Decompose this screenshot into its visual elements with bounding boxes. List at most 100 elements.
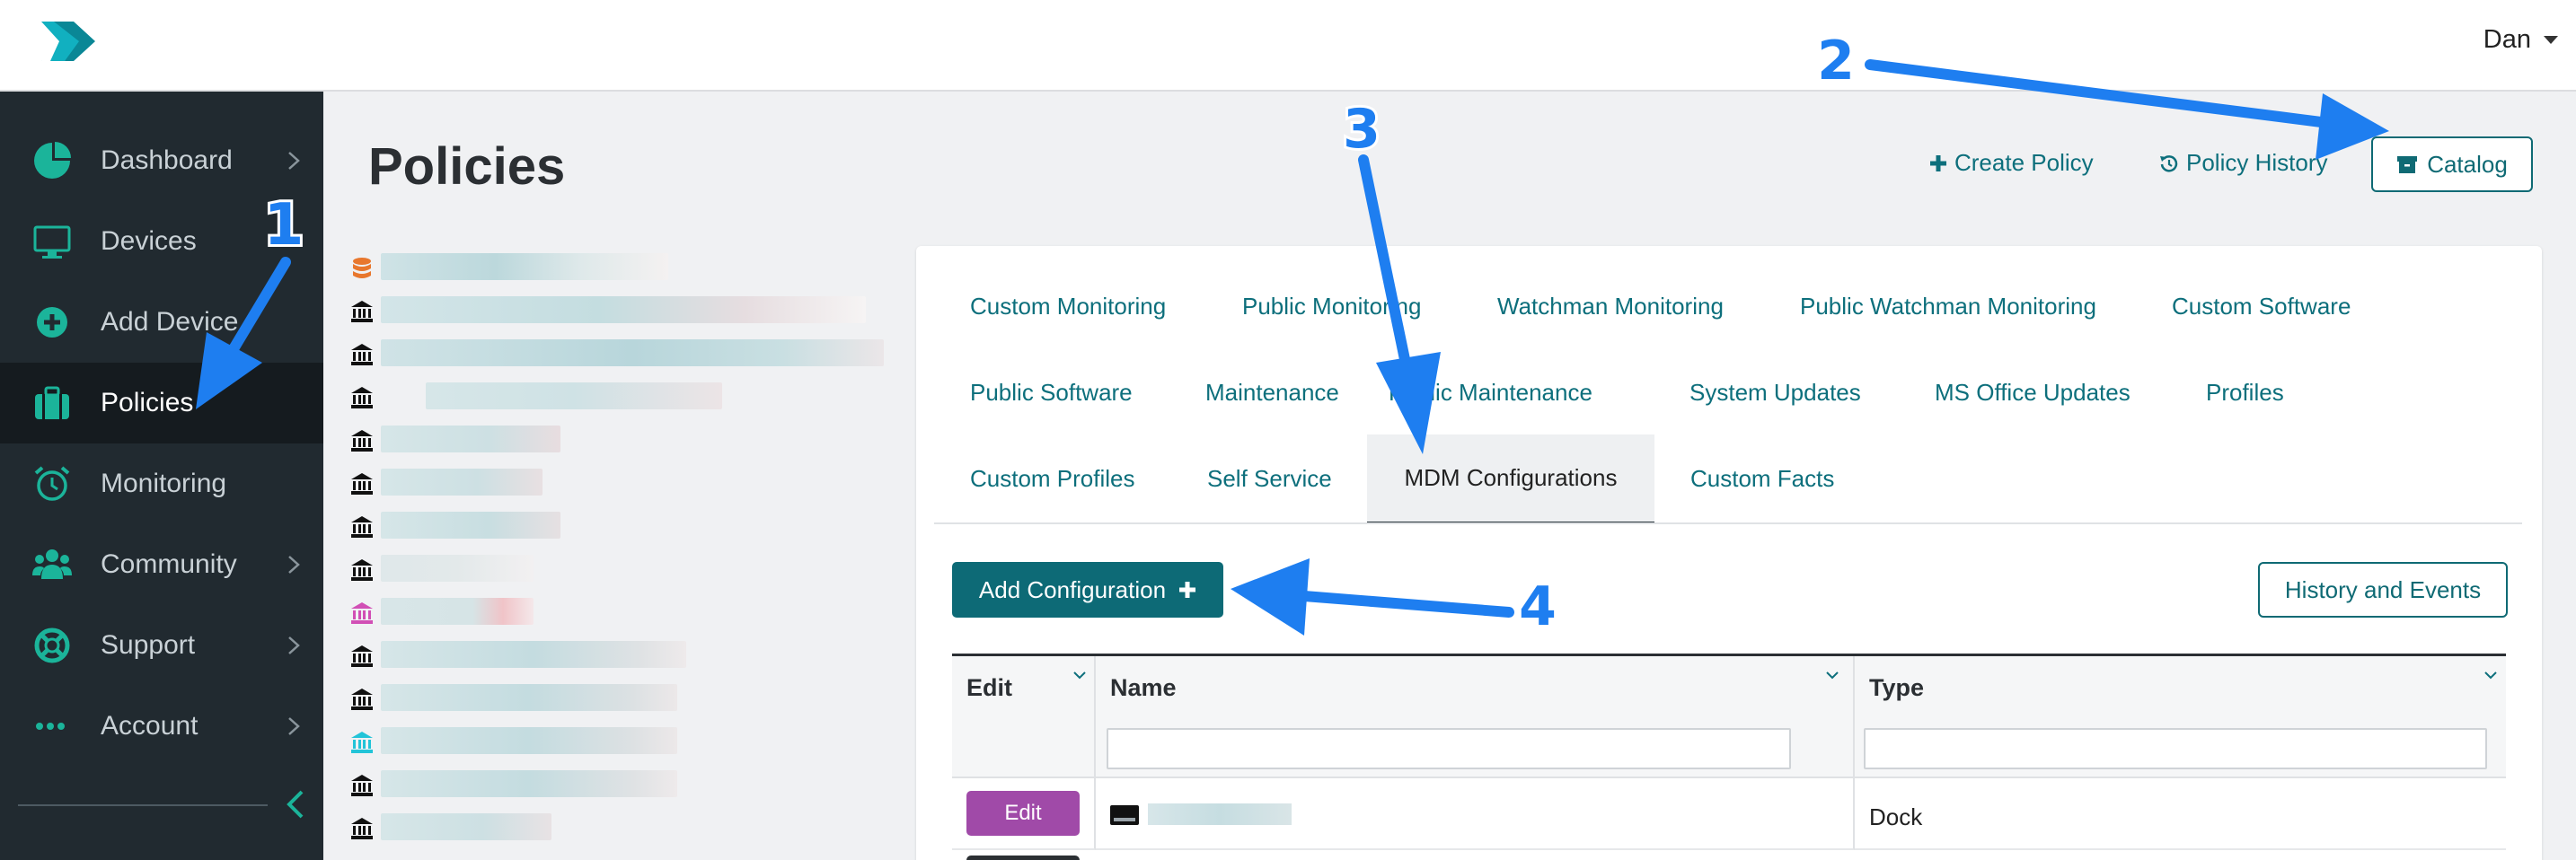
list-item[interactable] (345, 594, 884, 630)
list-item[interactable] (345, 379, 884, 415)
bank-icon (351, 344, 373, 365)
bank-icon (351, 689, 373, 710)
history-events-label: History and Events (2284, 575, 2482, 603)
catalog-label: Catalog (2427, 150, 2508, 178)
list-item[interactable] (345, 508, 884, 544)
policy-list (345, 250, 884, 860)
list-item[interactable] (345, 724, 884, 759)
sidebar-item-account[interactable]: Account (0, 686, 323, 767)
sidebar-item-label: Support (101, 630, 196, 660)
tab-public-software[interactable]: Public Software (970, 379, 1133, 407)
bank-icon (351, 430, 373, 452)
plus-icon (1179, 582, 1196, 598)
tab-system-updates[interactable]: System Updates (1689, 379, 1861, 407)
list-item[interactable] (345, 336, 884, 372)
plus-icon (1930, 154, 1946, 171)
tab-custom-monitoring[interactable]: Custom Monitoring (970, 293, 1166, 320)
dock-icon (1110, 805, 1139, 825)
bank-icon (351, 818, 373, 839)
list-item[interactable] (345, 465, 884, 501)
sidebar-item-label: Policies (101, 388, 194, 417)
tab-public-maintenance[interactable]: Public Maintenance (1389, 379, 1592, 407)
type-filter-input[interactable] (1864, 728, 2487, 769)
column-header-edit[interactable]: Edit (952, 656, 1096, 778)
name-filter-input[interactable] (1107, 728, 1791, 769)
bank-icon (351, 602, 373, 624)
sidebar-item-label: Devices (101, 226, 197, 256)
sidebar-item-label: Add Device (101, 307, 239, 337)
list-item[interactable] (345, 637, 884, 673)
list-item[interactable] (345, 293, 884, 329)
tab-mdm-configurations[interactable]: MDM Configurations (1367, 434, 1654, 524)
app-logo-icon[interactable] (38, 18, 101, 65)
database-icon (353, 258, 371, 278)
list-item[interactable] (345, 551, 884, 587)
redacted-text (381, 770, 677, 797)
redacted-text (381, 512, 560, 539)
create-policy-link[interactable]: Create Policy (1929, 149, 2094, 177)
edit-button[interactable] (966, 856, 1080, 860)
bank-icon (351, 559, 373, 581)
tab-self-service[interactable]: Self Service (1207, 465, 1332, 493)
catalog-button[interactable]: Catalog (2371, 136, 2533, 192)
bank-icon (351, 473, 373, 495)
configurations-table: Edit Name Type Edit Dock (952, 654, 2506, 860)
collapse-sidebar-icon[interactable] (282, 786, 309, 822)
bank-icon (351, 301, 373, 322)
list-item[interactable] (345, 422, 884, 458)
history-icon (2160, 154, 2178, 172)
sidebar-item-policies[interactable]: Policies (0, 363, 323, 443)
column-header-name[interactable]: Name (1096, 656, 1855, 778)
edit-button[interactable]: Edit (966, 791, 1080, 836)
chevron-right-icon (288, 717, 300, 735)
sidebar-item-label: Account (101, 711, 198, 741)
tab-watchman-monitoring[interactable]: Watchman Monitoring (1497, 293, 1724, 320)
list-item[interactable] (345, 810, 884, 846)
redacted-text (381, 426, 560, 452)
redacted-text (381, 813, 551, 840)
sidebar-item-support[interactable]: Support (0, 605, 323, 686)
column-header-label: Type (1869, 674, 1925, 701)
tab-ms-office-updates[interactable]: MS Office Updates (1935, 379, 2130, 407)
sidebar-item-dashboard[interactable]: Dashboard (0, 120, 323, 201)
tab-maintenance[interactable]: Maintenance (1205, 379, 1339, 407)
policy-history-link[interactable]: Policy History (2159, 149, 2327, 177)
list-item[interactable] (345, 767, 884, 803)
pie-chart-icon (34, 142, 71, 179)
column-header-type[interactable]: Type (1855, 656, 2506, 778)
type-value: Dock (1869, 803, 1923, 830)
redacted-text (381, 641, 686, 668)
user-menu[interactable]: Dan (2483, 25, 2558, 55)
table-cell-name[interactable] (1096, 778, 1855, 850)
add-configuration-label: Add Configuration (978, 575, 1167, 603)
tab-custom-facts[interactable]: Custom Facts (1690, 465, 1834, 493)
bank-icon (351, 516, 373, 538)
sidebar-item-devices[interactable]: Devices (0, 201, 323, 282)
tab-custom-profiles[interactable]: Custom Profiles (970, 465, 1135, 493)
ellipsis-icon (36, 723, 65, 730)
create-policy-label: Create Policy (1954, 149, 2094, 176)
sidebar-item-label: Monitoring (101, 469, 227, 498)
chevron-down-icon[interactable] (1072, 671, 1087, 680)
chevron-down-icon[interactable] (2483, 671, 2498, 680)
redacted-text (381, 727, 677, 754)
top-bar: Dan (0, 0, 2576, 92)
users-icon (32, 549, 72, 579)
list-item[interactable] (345, 250, 884, 285)
column-header-label: Name (1110, 674, 1177, 701)
chevron-down-icon[interactable] (1825, 671, 1839, 680)
tab-public-watchman-monitoring[interactable]: Public Watchman Monitoring (1800, 293, 2096, 320)
tab-custom-software[interactable]: Custom Software (2172, 293, 2351, 320)
monitor-icon (33, 225, 71, 259)
sidebar-item-monitoring[interactable]: Monitoring (0, 443, 323, 524)
sidebar-item-community[interactable]: Community (0, 524, 323, 605)
tab-profiles[interactable]: Profiles (2206, 379, 2284, 407)
list-item[interactable] (345, 680, 884, 716)
sidebar-item-add-device[interactable]: Add Device (0, 282, 323, 363)
redacted-text (381, 598, 534, 625)
sidebar-divider (18, 804, 268, 806)
add-configuration-button[interactable]: Add Configuration (952, 562, 1223, 618)
annotation-label: 3 (1343, 98, 1381, 161)
history-events-button[interactable]: History and Events (2258, 562, 2508, 618)
tab-public-monitoring[interactable]: Public Monitoring (1242, 293, 1421, 320)
